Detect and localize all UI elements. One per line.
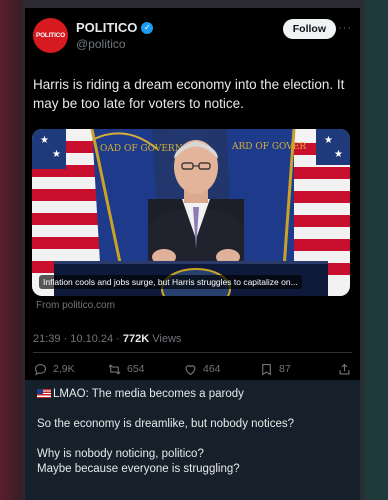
card-source[interactable]: From politico.com: [36, 300, 115, 311]
author-handle[interactable]: @politico: [76, 37, 153, 51]
like-icon: [185, 364, 196, 375]
tweet-header: POLITICO POLITICO ✓ @politico Follow ···: [33, 18, 352, 54]
follow-button[interactable]: Follow: [282, 19, 336, 39]
tweet-card: POLITICO POLITICO ✓ @politico Follow ···…: [25, 8, 360, 380]
like-button[interactable]: 464: [183, 362, 221, 377]
svg-text:ARD OF GOVER: ARD OF GOVER: [231, 142, 306, 152]
comment-line-2: So the economy is dreamlike, but nobody …: [37, 418, 294, 430]
comment-line-1: LMAO: The media becomes a parody: [37, 387, 348, 402]
retweet-count: 654: [127, 363, 145, 375]
link-card[interactable]: ★ ★ OAD OF GOVERN ★ ★ ARD OF GOVER Infla…: [32, 129, 350, 296]
svg-text:★: ★: [334, 149, 343, 160]
retweet-button[interactable]: 654: [107, 362, 145, 377]
svg-text:★: ★: [324, 135, 333, 146]
author-block[interactable]: POLITICO ✓ @politico: [76, 20, 154, 51]
comment-line-1-text: LMAO: The media becomes a parody: [53, 388, 244, 400]
comment-line-3: Why is nobody noticing, politico?: [37, 448, 204, 460]
comment-overlay: LMAO: The media becomes a parody So the …: [25, 380, 360, 500]
reply-icon: [34, 363, 47, 376]
verified-badge-icon: ✓: [141, 21, 154, 34]
card-image: ★ ★ OAD OF GOVERN ★ ★ ARD OF GOVER: [32, 129, 350, 296]
divider: [33, 352, 352, 353]
share-button[interactable]: [337, 362, 352, 377]
avatar-text: POLITICO: [35, 32, 66, 39]
svg-text:★: ★: [52, 149, 61, 160]
reply-button[interactable]: 2,9K: [33, 362, 75, 377]
comment-line-4: Maybe because everyone is struggling?: [37, 463, 240, 475]
reply-count: 2,9K: [53, 363, 75, 375]
retweet-icon: [108, 363, 121, 375]
action-bar: 2,9K 654 464 87: [33, 360, 352, 378]
more-icon[interactable]: ···: [338, 22, 352, 34]
card-caption: Inflation cools and jobs surge, but Harr…: [39, 275, 302, 289]
us-flag-icon: [37, 389, 51, 398]
timestamp[interactable]: 21:39 · 10.10.24 ·: [33, 333, 123, 345]
tweet-text: Harris is riding a dream economy into th…: [33, 77, 345, 111]
svg-text:★: ★: [40, 135, 49, 146]
bookmark-count: 87: [279, 363, 291, 375]
share-icon: [339, 363, 350, 374]
svg-text:OAD OF GOVERN: OAD OF GOVERN: [100, 144, 183, 154]
views-count: 772K: [122, 333, 150, 345]
bookmark-button[interactable]: 87: [259, 362, 291, 377]
tweet-meta: 21:39 · 10.10.24 · 772K Views: [33, 333, 181, 345]
avatar[interactable]: POLITICO: [33, 18, 68, 53]
like-count: 464: [203, 363, 221, 375]
author-name-row: POLITICO ✓: [76, 20, 154, 35]
views-label: Views: [149, 333, 182, 345]
bookmark-icon: [262, 363, 271, 376]
author-name[interactable]: POLITICO: [76, 20, 137, 35]
